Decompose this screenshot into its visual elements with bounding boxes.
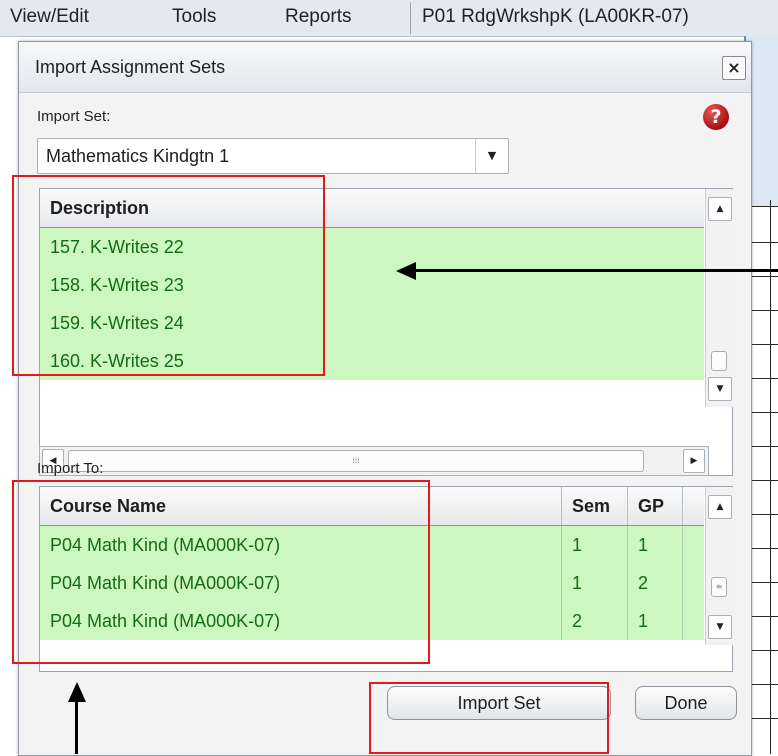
- annotation-arrow-line: [75, 698, 78, 754]
- close-icon[interactable]: ×: [722, 56, 746, 80]
- course-vertical-scrollbar[interactable]: ▲ ≡ ▼: [705, 487, 733, 645]
- background-divider: [770, 200, 771, 754]
- column-divider: [682, 487, 683, 525]
- column-divider: [561, 602, 562, 640]
- sem-column-header[interactable]: Sem: [572, 487, 610, 525]
- column-divider: [627, 564, 628, 602]
- horizontal-scroll-thumb[interactable]: ⁞⁞⁞: [68, 450, 644, 472]
- column-divider: [682, 526, 683, 564]
- import-set-dropdown[interactable]: Mathematics Kindgtn 1 ▼: [37, 138, 509, 174]
- dialog-title: Import Assignment Sets: [35, 57, 226, 77]
- column-divider: [627, 602, 628, 640]
- menu-reports[interactable]: Reports: [285, 6, 352, 28]
- column-divider: [682, 602, 683, 640]
- column-divider: [561, 526, 562, 564]
- dialog-titlebar[interactable]: Import Assignment Sets ×: [19, 42, 751, 93]
- gp-column-header[interactable]: GP: [638, 487, 664, 525]
- scroll-thumb[interactable]: [711, 351, 727, 371]
- import-to-label: Import To:: [37, 460, 104, 477]
- app-menu-bar: View/Edit Tools Reports P01 RdgWrkshpK (…: [0, 0, 778, 37]
- menu-tools[interactable]: Tools: [172, 6, 216, 28]
- column-divider: [627, 526, 628, 564]
- annotation-box-courses: [12, 480, 430, 664]
- description-horizontal-scrollbar[interactable]: ◀ ⁞⁞⁞ ▶: [39, 446, 709, 476]
- menu-view-edit[interactable]: View/Edit: [10, 6, 89, 28]
- scroll-right-icon[interactable]: ▶: [683, 449, 705, 473]
- annotation-box-description: [12, 175, 325, 376]
- scroll-down-icon[interactable]: ▼: [708, 615, 732, 639]
- gp-cell: 1: [638, 535, 649, 555]
- gp-cell: 1: [638, 611, 649, 631]
- annotation-arrow-line: [412, 269, 778, 272]
- column-divider: [627, 487, 628, 525]
- sem-cell: 1: [572, 535, 583, 555]
- description-vertical-scrollbar[interactable]: ▲ ▼: [705, 189, 733, 407]
- annotation-arrow-head-icon: [68, 682, 86, 702]
- annotation-box-import-button: [369, 682, 609, 754]
- scroll-up-icon[interactable]: ▲: [708, 495, 732, 519]
- scroll-down-icon[interactable]: ▼: [708, 377, 732, 401]
- column-divider: [561, 564, 562, 602]
- column-divider: [682, 564, 683, 602]
- import-set-value: Mathematics Kindgtn 1: [46, 146, 230, 166]
- sem-cell: 2: [572, 611, 583, 631]
- gp-cell: 2: [638, 573, 649, 593]
- question-mark-help-icon[interactable]: ?: [703, 104, 729, 130]
- scroll-thumb[interactable]: ≡: [711, 577, 727, 597]
- annotation-arrow-head-icon: [396, 262, 416, 280]
- import-set-label: Import Set:: [37, 108, 111, 125]
- chevron-down-icon[interactable]: ▼: [475, 139, 508, 173]
- course-title: P01 RdgWrkshpK (LA00KR-07): [422, 6, 689, 27]
- menu-separator: [410, 2, 411, 34]
- sem-cell: 1: [572, 573, 583, 593]
- column-divider: [561, 487, 562, 525]
- scroll-up-icon[interactable]: ▲: [708, 197, 732, 221]
- done-button[interactable]: Done: [635, 686, 737, 720]
